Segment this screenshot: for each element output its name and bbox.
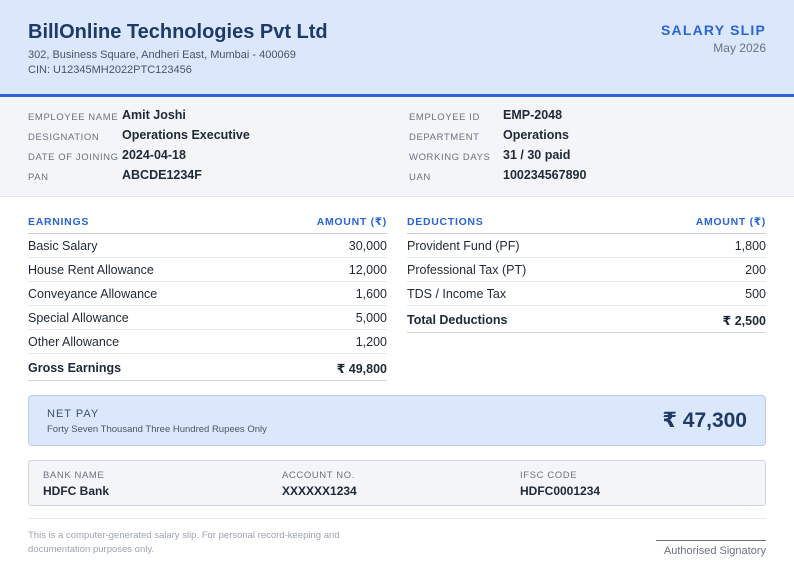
employee-details: EMPLOYEE NAME Amit Joshi DESIGNATION Ope… xyxy=(0,97,794,197)
earnings-table: EARNINGS AMOUNT (₹) Basic Salary 30,000 … xyxy=(28,212,387,381)
account-number-value: XXXXXX1234 xyxy=(282,484,357,498)
bank-name-label: BANK NAME xyxy=(43,470,105,481)
deduction-amount: 1,800 xyxy=(734,239,766,253)
employee-id-row: EMPLOYEE ID EMP-2048 xyxy=(409,107,769,127)
footer-divider xyxy=(28,518,766,519)
pan-label: PAN xyxy=(28,172,49,183)
bank-name-field: BANK NAME HDFC Bank xyxy=(43,470,109,498)
ifsc-code-label: IFSC CODE xyxy=(520,470,578,481)
deduction-amount: 200 xyxy=(745,263,766,277)
earnings-amount-header: AMOUNT (₹) xyxy=(316,216,387,228)
bank-name-value: HDFC Bank xyxy=(43,484,110,498)
uan-row: UAN 100234567890 xyxy=(409,167,769,187)
table-row: Conveyance Allowance 1,600 xyxy=(28,282,387,306)
working-days-value: 31 / 30 paid xyxy=(503,148,571,162)
table-row: Provident Fund (PF) 1,800 xyxy=(407,234,766,258)
deduction-name: TDS / Income Tax xyxy=(407,287,507,301)
uan-label: UAN xyxy=(409,172,431,183)
total-deductions-label: Total Deductions xyxy=(407,313,508,327)
earning-amount: 1,600 xyxy=(355,287,387,301)
earning-amount: 12,000 xyxy=(348,263,387,277)
deductions-title: DEDUCTIONS xyxy=(407,216,484,228)
designation-value: Operations Executive xyxy=(122,128,250,142)
net-pay-label: NET PAY xyxy=(47,408,100,420)
net-pay-amount: ₹ 47,300 xyxy=(662,409,747,432)
slip-title: SALARY SLIP xyxy=(661,22,766,38)
earning-name: Conveyance Allowance xyxy=(28,287,158,301)
total-deductions-amount: ₹ 2,500 xyxy=(722,314,766,328)
deduction-name: Provident Fund (PF) xyxy=(407,239,520,253)
earning-name: Special Allowance xyxy=(28,311,129,325)
joining-date-value: 2024-04-18 xyxy=(122,148,186,162)
total-deductions-row: Total Deductions ₹ 2,500 xyxy=(407,306,766,333)
employee-id-value: EMP-2048 xyxy=(503,108,563,122)
net-pay-box: NET PAY Forty Seven Thousand Three Hundr… xyxy=(28,395,766,446)
joining-date-label: DATE OF JOINING xyxy=(28,152,119,163)
earning-name: Basic Salary xyxy=(28,239,98,253)
earning-amount: 5,000 xyxy=(355,311,387,325)
authorised-signatory: Authorised Signatory xyxy=(663,545,766,557)
net-pay-words: Forty Seven Thousand Three Hundred Rupee… xyxy=(47,424,267,435)
department-row: DEPARTMENT Operations xyxy=(409,127,769,147)
earning-amount: 30,000 xyxy=(348,239,387,253)
designation-label: DESIGNATION xyxy=(28,132,100,143)
earnings-title: EARNINGS xyxy=(28,216,90,228)
gross-earnings-row: Gross Earnings ₹ 49,800 xyxy=(28,354,387,381)
deductions-table: DEDUCTIONS AMOUNT (₹) Provident Fund (PF… xyxy=(407,212,766,333)
employee-name-label: EMPLOYEE NAME xyxy=(28,112,119,123)
department-label: DEPARTMENT xyxy=(409,132,480,143)
company-name: BillOnline Technologies Pvt Ltd xyxy=(28,21,328,43)
joining-date-row: DATE OF JOINING 2024-04-18 xyxy=(28,147,388,167)
slip-period: May 2026 xyxy=(713,41,766,55)
table-row: Special Allowance 5,000 xyxy=(28,306,387,330)
table-row: House Rent Allowance 12,000 xyxy=(28,258,387,282)
table-row: Basic Salary 30,000 xyxy=(28,234,387,258)
company-address: 302, Business Square, Andheri East, Mumb… xyxy=(28,49,296,61)
employee-name-value: Amit Joshi xyxy=(122,108,186,122)
account-number-label: ACCOUNT NO. xyxy=(282,470,355,481)
earning-amount: 1,200 xyxy=(355,335,387,349)
deduction-amount: 500 xyxy=(745,287,766,301)
pan-row: PAN ABCDE1234F xyxy=(28,167,388,187)
pan-value: ABCDE1234F xyxy=(122,168,202,182)
ifsc-code-value: HDFC0001234 xyxy=(520,484,601,498)
earning-name: House Rent Allowance xyxy=(28,263,154,277)
designation-row: DESIGNATION Operations Executive xyxy=(28,127,388,147)
company-cin: CIN: U12345MH2022PTC123456 xyxy=(28,64,192,76)
gross-earnings-label: Gross Earnings xyxy=(28,361,122,375)
working-days-row: WORKING DAYS 31 / 30 paid xyxy=(409,147,769,167)
uan-value: 100234567890 xyxy=(503,168,587,182)
account-number-field: ACCOUNT NO. XXXXXX1234 xyxy=(282,470,357,498)
deduction-name: Professional Tax (PT) xyxy=(407,263,527,277)
signature-line xyxy=(656,540,766,541)
deductions-amount-header: AMOUNT (₹) xyxy=(695,216,766,228)
footer-note: This is a computer-generated salary slip… xyxy=(28,530,340,555)
department-value: Operations xyxy=(503,128,569,142)
ifsc-code-field: IFSC CODE HDFC0001234 xyxy=(520,470,600,498)
earnings-header: EARNINGS AMOUNT (₹) xyxy=(28,212,387,234)
working-days-label: WORKING DAYS xyxy=(409,152,491,163)
table-row: TDS / Income Tax 500 xyxy=(407,282,766,306)
slip-header: BillOnline Technologies Pvt Ltd 302, Bus… xyxy=(0,0,794,97)
deductions-header: DEDUCTIONS AMOUNT (₹) xyxy=(407,212,766,234)
table-row: Other Allowance 1,200 xyxy=(28,330,387,354)
earning-name: Other Allowance xyxy=(28,335,120,349)
employee-id-label: EMPLOYEE ID xyxy=(409,112,481,123)
bank-details: BANK NAME HDFC Bank ACCOUNT NO. XXXXXX12… xyxy=(28,460,766,506)
table-row: Professional Tax (PT) 200 xyxy=(407,258,766,282)
employee-name-row: EMPLOYEE NAME Amit Joshi xyxy=(28,107,388,127)
gross-earnings-amount: ₹ 49,800 xyxy=(336,362,387,376)
